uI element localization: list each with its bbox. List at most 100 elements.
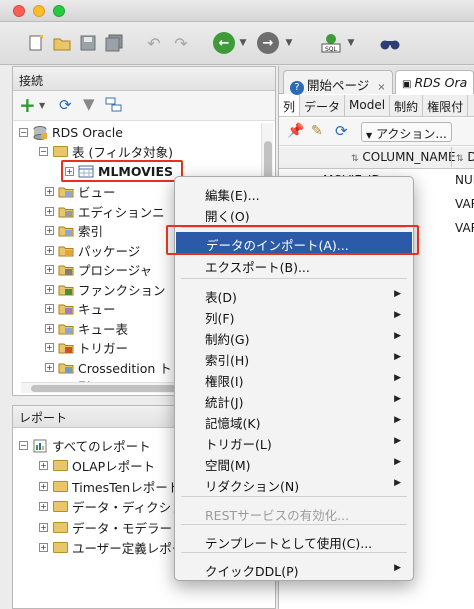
tree-row-object-folder[interactable]: + パッケージ xyxy=(45,241,140,260)
menu-item[interactable]: 列(F) ▶ xyxy=(175,305,413,326)
open-button[interactable] xyxy=(50,31,74,55)
menu-item[interactable]: 編集(E)... xyxy=(175,182,413,203)
back-button[interactable]: ← xyxy=(212,31,236,55)
grid-cell-data-type[interactable]: NUM xyxy=(451,170,474,190)
menu-item[interactable]: 空間(M) ▶ xyxy=(175,452,413,473)
expand-icon[interactable]: + xyxy=(45,206,54,216)
subtab-constraints[interactable]: 制約 xyxy=(390,95,424,116)
forward-button[interactable]: → xyxy=(256,31,280,55)
tree-row-tables[interactable]: − 表 (フィルタ対象) xyxy=(39,142,173,161)
save-all-icon xyxy=(105,34,123,52)
tree-row-object-folder[interactable]: + キュー xyxy=(45,299,116,318)
tree-row-connection[interactable]: − RDS Oracle xyxy=(19,123,123,142)
tree-row-object-folder[interactable]: + ビュー xyxy=(45,182,116,201)
expand-icon[interactable]: + xyxy=(39,461,48,470)
sql-worksheet-icon: SQL xyxy=(321,34,341,53)
expand-icon[interactable]: + xyxy=(45,187,54,196)
expand-icon[interactable]: + xyxy=(39,543,48,552)
document-tabs: ? 開始ページ × ▣ RDS Ora xyxy=(279,66,474,95)
undo-button[interactable]: ↶ xyxy=(143,31,165,55)
menu-item[interactable]: 統計(J) ▶ xyxy=(175,389,413,410)
find-button[interactable] xyxy=(378,31,402,55)
tree-row-report-folder[interactable]: + ユーザー定義レポー xyxy=(39,538,184,557)
filter-icon[interactable]: ▼ xyxy=(83,95,95,113)
edit-icon[interactable]: ✎ xyxy=(311,123,323,139)
menu-item[interactable]: 開く(O) xyxy=(175,203,413,224)
sql-dropdown[interactable]: ▼ xyxy=(346,31,356,55)
pin-icon[interactable]: 📌 xyxy=(287,123,304,139)
column-name-header[interactable]: ⇅ COLUMN_NAME xyxy=(347,147,460,167)
folder-icon xyxy=(52,541,68,555)
menu-item-label: 編集(E)... xyxy=(205,188,260,203)
tab-start-page[interactable]: ? 開始ページ × xyxy=(283,70,393,95)
menu-item[interactable]: 表(D) ▶ xyxy=(175,284,413,305)
forward-dropdown[interactable]: ▼ xyxy=(284,31,294,55)
minimize-window-button[interactable] xyxy=(33,5,45,17)
menu-item[interactable]: 索引(H) ▶ xyxy=(175,347,413,368)
tree-row-report-folder[interactable]: + OLAPレポート xyxy=(39,456,155,475)
close-window-button[interactable] xyxy=(13,5,25,17)
menu-item[interactable]: 権限(I) ▶ xyxy=(175,368,413,389)
subtab-columns[interactable]: 列 xyxy=(279,95,301,116)
expand-icon[interactable]: + xyxy=(45,265,54,274)
expand-icon[interactable]: + xyxy=(39,481,48,491)
collapse-icon[interactable]: − xyxy=(39,147,48,156)
tree-row-object-folder[interactable]: + キュー表 xyxy=(45,319,128,338)
save-button[interactable] xyxy=(76,31,100,55)
subtab-model[interactable]: Model xyxy=(345,95,391,116)
menu-item[interactable]: 記憶域(K) ▶ xyxy=(175,410,413,431)
tree-row-object-folder[interactable]: + ファンクション xyxy=(45,280,166,299)
tree-row-object-folder[interactable]: + トリガー xyxy=(45,338,128,357)
expand-icon[interactable]: + xyxy=(45,343,54,352)
refresh-icon[interactable]: ⟳ xyxy=(59,96,72,114)
subtab-data[interactable]: データ xyxy=(300,95,346,116)
add-connection-icon[interactable]: + xyxy=(19,95,36,115)
tree-row-report-folder[interactable]: + データ・ディクショ xyxy=(39,497,184,516)
object-sub-tabs: 列 データ Model 制約 権限付 xyxy=(279,95,474,117)
sql-worksheet-button[interactable]: SQL xyxy=(318,31,344,55)
expand-icon[interactable]: + xyxy=(45,323,54,333)
menu-item[interactable]: クイックDDL(P) ▶ xyxy=(175,558,413,579)
folder-icon xyxy=(52,145,68,159)
refresh-icon[interactable]: ⟳ xyxy=(335,122,348,140)
new-file-button[interactable] xyxy=(24,31,48,55)
tree-row-report-folder[interactable]: + データ・モデラー・ xyxy=(39,518,185,537)
save-all-button[interactable] xyxy=(102,31,126,55)
close-tab-icon[interactable]: × xyxy=(377,82,385,93)
chevron-down-icon[interactable]: ▼ xyxy=(39,101,45,110)
expand-icon[interactable]: + xyxy=(39,522,48,532)
menu-item[interactable]: テンプレートとして使用(C)... xyxy=(175,530,413,551)
scroll-thumb[interactable] xyxy=(31,385,181,392)
expand-icon[interactable]: + xyxy=(45,245,54,255)
redo-button[interactable]: ↷ xyxy=(170,31,192,55)
tree-row-all-reports[interactable]: − すべてのレポート xyxy=(19,436,151,455)
menu-item[interactable]: トリガー(L) ▶ xyxy=(175,431,413,452)
grid-cell-data-type[interactable]: VAR xyxy=(451,218,474,238)
column-type-header[interactable]: ⇅ D xyxy=(451,147,474,167)
grid-cell-data-type[interactable]: VAR xyxy=(451,194,474,214)
collapse-icon[interactable]: − xyxy=(19,128,28,137)
save-icon xyxy=(80,35,96,51)
expand-icon[interactable]: + xyxy=(39,502,48,511)
expand-icon[interactable]: + xyxy=(45,362,54,372)
back-dropdown[interactable]: ▼ xyxy=(238,31,248,55)
menu-item[interactable]: 制約(G) ▶ xyxy=(175,326,413,347)
package-icon xyxy=(58,243,74,257)
expand-icon[interactable]: + xyxy=(45,284,54,294)
tab-rds-oracle[interactable]: ▣ RDS Ora xyxy=(395,70,474,94)
zoom-window-button[interactable] xyxy=(53,5,65,17)
actions-dropdown[interactable]: ▼ アクション... xyxy=(361,122,452,142)
expand-icon[interactable]: + xyxy=(45,226,54,235)
collapse-icon[interactable]: − xyxy=(19,441,28,450)
tree-row-report-folder[interactable]: + TimesTenレポート xyxy=(39,477,180,496)
subtab-grants[interactable]: 権限付 xyxy=(423,95,469,116)
schema-browser-icon[interactable] xyxy=(105,97,123,116)
menu-item[interactable]: エクスポート(B)... xyxy=(175,254,413,275)
tree-row-object-folder[interactable]: + 索引 xyxy=(45,221,103,240)
tree-row-object-folder[interactable]: + エディションニ xyxy=(45,202,165,221)
procedure-icon xyxy=(58,263,74,277)
expand-icon[interactable]: + xyxy=(45,304,54,313)
tree-row-object-folder[interactable]: + プロシージャ xyxy=(45,260,152,279)
tree-row-object-folder[interactable]: + Crossedition トリ xyxy=(45,358,184,377)
menu-item[interactable]: リダクション(N) ▶ xyxy=(175,473,413,494)
